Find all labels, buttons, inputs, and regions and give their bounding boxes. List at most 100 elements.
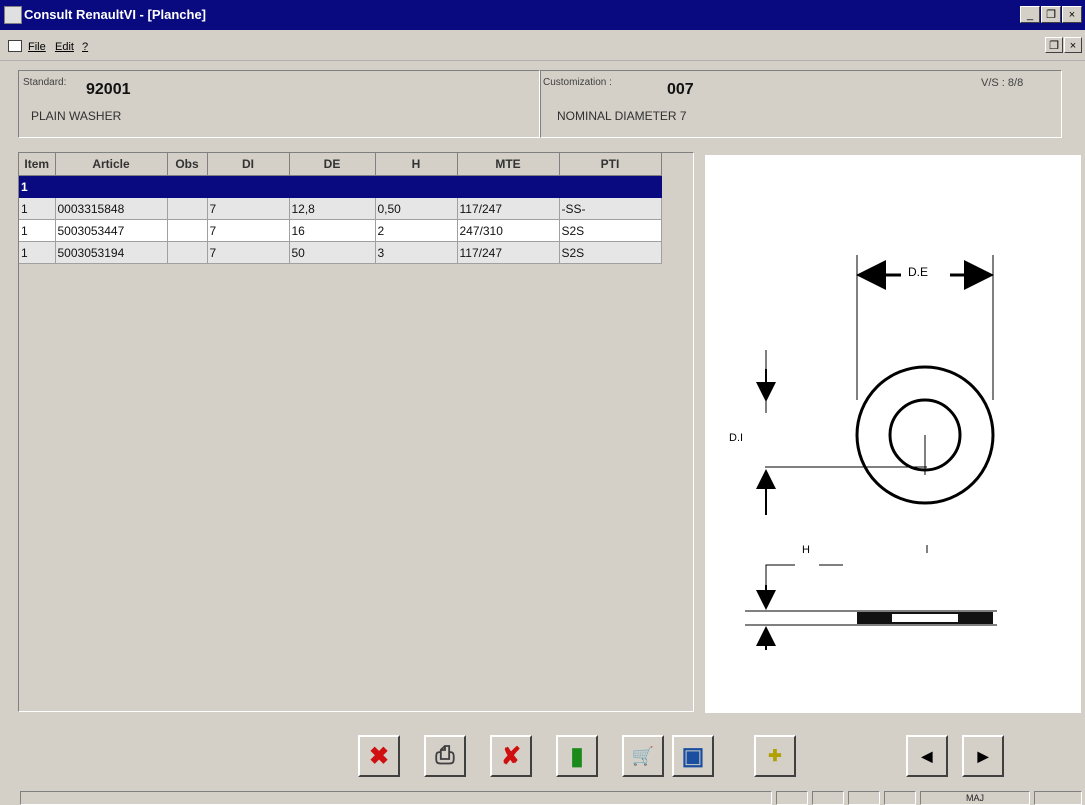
status-cell bbox=[884, 791, 916, 805]
table-row[interactable]: 1 0003315848 7 12,8 0,50 117/247 -SS- bbox=[19, 197, 662, 220]
column-header-obs[interactable]: Obs bbox=[167, 153, 208, 176]
washer-drawing-panel: D.E D.I H bbox=[705, 155, 1081, 713]
cell-item[interactable]: 1 bbox=[19, 241, 56, 264]
customization-description: NOMINAL DIAMETER 7 bbox=[557, 109, 687, 123]
arrow-right-icon: ▶ bbox=[977, 747, 989, 764]
cell-obs[interactable] bbox=[167, 197, 208, 220]
standard-value: 92001 bbox=[86, 81, 131, 98]
cell-article[interactable]: 5003053194 bbox=[55, 241, 168, 264]
cart-icon: 🛒 bbox=[631, 745, 655, 766]
label-di: D.I bbox=[729, 432, 743, 444]
status-cell bbox=[848, 791, 880, 805]
document-icon[interactable] bbox=[8, 40, 22, 52]
customization-value: 007 bbox=[667, 81, 694, 98]
red-cross-icon: ✖ bbox=[368, 742, 390, 770]
h-leader bbox=[765, 564, 795, 595]
arrow-left-icon: ◀ bbox=[921, 747, 933, 764]
column-header-di[interactable]: DI bbox=[207, 153, 290, 176]
table-row[interactable]: 1 5003053447 7 16 2 247/310 S2S bbox=[19, 219, 662, 242]
status-cell bbox=[1034, 791, 1082, 805]
restore-button[interactable]: ❐ bbox=[1041, 6, 1061, 23]
menu-file[interactable]: File bbox=[28, 41, 46, 53]
exit-button[interactable]: ▮ bbox=[556, 735, 598, 777]
column-header-item[interactable]: Item bbox=[19, 153, 56, 176]
menu-bar: File Edit ? ❐ × bbox=[0, 32, 1085, 61]
close-button[interactable]: × bbox=[1062, 6, 1082, 23]
status-cell bbox=[776, 791, 808, 805]
cell-article[interactable]: 5003053447 bbox=[55, 219, 168, 242]
cell-article[interactable] bbox=[55, 175, 168, 198]
cell-h[interactable]: 2 bbox=[375, 219, 458, 242]
washer-drawing: D.E D.I H bbox=[729, 255, 997, 650]
label-de: D.E bbox=[908, 265, 928, 279]
cell-item[interactable]: 1 bbox=[19, 197, 56, 220]
cell-di[interactable]: 7 bbox=[207, 197, 290, 220]
column-header-h[interactable]: H bbox=[375, 153, 458, 176]
cell-pti[interactable]: -SS- bbox=[559, 197, 662, 220]
cell-obs[interactable] bbox=[167, 241, 208, 264]
status-mode: MAJ bbox=[920, 791, 1030, 805]
standard-description: PLAIN WASHER bbox=[31, 109, 122, 123]
cell-de[interactable] bbox=[289, 175, 376, 198]
previous-button[interactable]: ◀ bbox=[906, 735, 948, 777]
articles-grid-panel[interactable]: Item Article Obs DI DE H MTE PTI 1 1 000… bbox=[18, 152, 694, 712]
cell-de[interactable]: 50 bbox=[289, 241, 376, 264]
cell-di[interactable]: 7 bbox=[207, 241, 290, 264]
cell-obs[interactable] bbox=[167, 219, 208, 242]
cell-mte[interactable]: 117/247 bbox=[457, 241, 560, 264]
delete-button[interactable]: ✘ bbox=[490, 735, 532, 777]
status-message bbox=[20, 791, 772, 805]
mdi-close-button[interactable]: × bbox=[1064, 37, 1082, 53]
version-label: V/S : 8/8 bbox=[981, 77, 1024, 89]
column-header-pti[interactable]: PTI bbox=[559, 153, 662, 176]
cell-h[interactable]: 3 bbox=[375, 241, 458, 264]
articles-table[interactable]: Item Article Obs DI DE H MTE PTI 1 1 000… bbox=[19, 153, 662, 264]
cell-obs[interactable] bbox=[167, 175, 208, 198]
cell-mte[interactable]: 247/310 bbox=[457, 219, 560, 242]
table-row-selected[interactable]: 1 bbox=[19, 175, 662, 198]
label-h: H bbox=[802, 544, 810, 556]
cell-di[interactable]: 7 bbox=[207, 219, 290, 242]
monitor-icon: ▣ bbox=[681, 742, 705, 770]
customization-label: Customization : bbox=[543, 77, 612, 88]
cell-pti[interactable]: S2S bbox=[559, 219, 662, 242]
plus-icon: ✚ bbox=[768, 748, 782, 765]
washer-side-hole bbox=[892, 614, 958, 622]
printer-icon: ⎙ bbox=[435, 742, 455, 769]
customization-panel: Customization : 007 NOMINAL DIAMETER 7 V… bbox=[540, 70, 1062, 138]
column-header-article[interactable]: Article bbox=[55, 153, 168, 176]
cell-pti[interactable]: S2S bbox=[559, 241, 662, 264]
column-header-de[interactable]: DE bbox=[289, 153, 376, 176]
cell-de[interactable]: 12,8 bbox=[289, 197, 376, 220]
app-icon bbox=[4, 6, 22, 24]
cell-h[interactable]: 0,50 bbox=[375, 197, 458, 220]
standard-panel: Standard: 92001 PLAIN WASHER bbox=[18, 70, 540, 138]
cell-mte[interactable]: 117/247 bbox=[457, 197, 560, 220]
display-button[interactable]: ▣ bbox=[672, 735, 714, 777]
menu-help[interactable]: ? bbox=[82, 41, 88, 53]
cart-button[interactable]: 🛒 bbox=[622, 735, 664, 777]
door-exit-icon: ▮ bbox=[570, 742, 584, 770]
table-row[interactable]: 1 5003053194 7 50 3 117/247 S2S bbox=[19, 241, 662, 264]
mdi-restore-button[interactable]: ❐ bbox=[1045, 37, 1063, 53]
cell-mte[interactable] bbox=[457, 175, 560, 198]
cell-pti[interactable] bbox=[559, 175, 662, 198]
cell-item[interactable]: 1 bbox=[19, 219, 56, 242]
cell-article[interactable]: 0003315848 bbox=[55, 197, 168, 220]
status-bar: MAJ bbox=[0, 789, 1085, 805]
cell-di[interactable] bbox=[207, 175, 290, 198]
cell-de[interactable]: 16 bbox=[289, 219, 376, 242]
add-button[interactable]: ✚ bbox=[754, 735, 796, 777]
cell-h[interactable] bbox=[375, 175, 458, 198]
title-bar: Consult RenaultVI - [Planche] _ ❐ × bbox=[0, 0, 1085, 30]
menu-edit[interactable]: Edit bbox=[55, 41, 74, 53]
next-button[interactable]: ▶ bbox=[962, 735, 1004, 777]
cell-item[interactable]: 1 bbox=[19, 175, 56, 198]
window-title: Consult RenaultVI - [Planche] bbox=[24, 7, 207, 22]
print-button[interactable]: ⎙ bbox=[424, 735, 466, 777]
red-x-icon: ✘ bbox=[500, 742, 522, 770]
minimize-button[interactable]: _ bbox=[1020, 6, 1040, 23]
standard-label: Standard: bbox=[23, 77, 67, 88]
cancel-x-button[interactable]: ✖ bbox=[358, 735, 400, 777]
column-header-mte[interactable]: MTE bbox=[457, 153, 560, 176]
